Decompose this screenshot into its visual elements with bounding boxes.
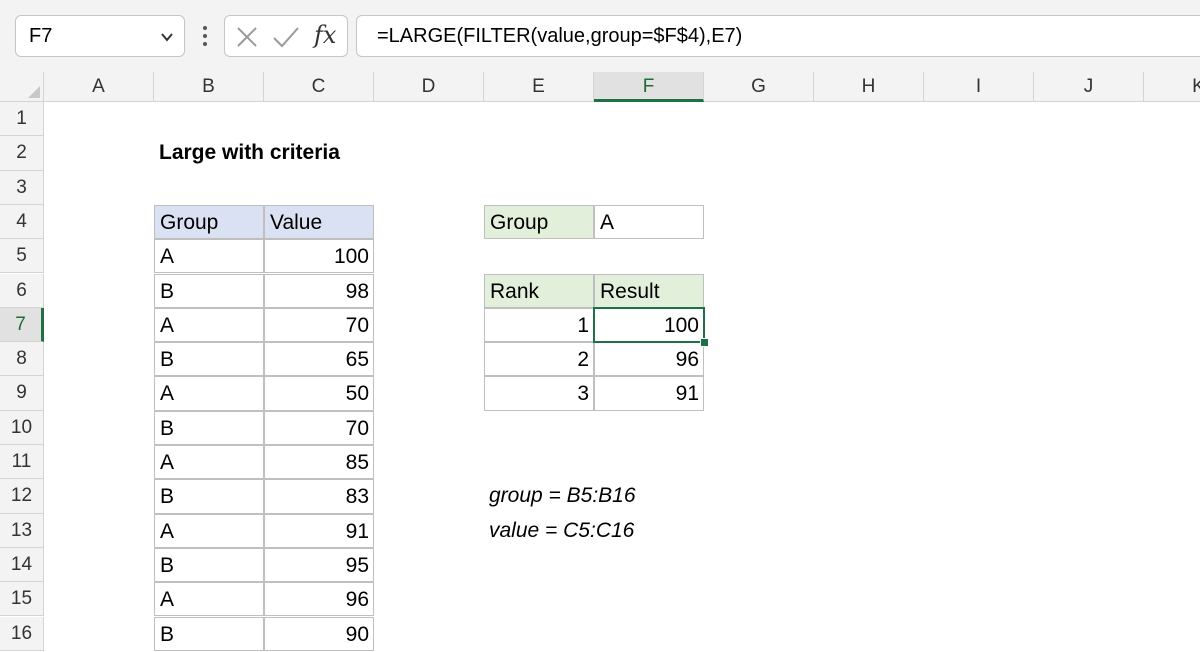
column-header-k[interactable]: K xyxy=(1144,72,1200,102)
column-header-h[interactable]: H xyxy=(814,72,924,102)
column-header-j[interactable]: J xyxy=(1034,72,1144,102)
active-cell-outline xyxy=(593,306,705,344)
row-header-10[interactable]: 10 xyxy=(0,410,44,445)
table-cell[interactable]: A xyxy=(154,445,264,480)
table-cell[interactable]: A xyxy=(154,307,264,343)
row-header-3[interactable]: 3 xyxy=(0,170,44,205)
table-cell[interactable]: A xyxy=(154,376,264,411)
named-range-note[interactable]: value = C5:C16 xyxy=(484,514,784,548)
row-header-12[interactable]: 12 xyxy=(0,479,44,514)
table-cell[interactable]: B xyxy=(154,479,264,514)
named-range-note[interactable]: group = B5:B16 xyxy=(484,479,784,513)
worksheet-grid[interactable]: ABCDEFGHIJK 12345678910111213141516 Larg… xyxy=(0,72,1200,651)
table-cell[interactable]: 83 xyxy=(264,479,374,514)
table-cell[interactable]: A xyxy=(154,239,264,274)
table-cell[interactable]: 90 xyxy=(264,616,374,651)
table-cell[interactable]: A xyxy=(154,513,264,548)
table-cell[interactable]: 96 xyxy=(264,582,374,617)
formula-input[interactable]: =LARGE(FILTER(value,group=$F$4),E7) xyxy=(356,15,1200,57)
row-header-8[interactable]: 8 xyxy=(0,342,44,377)
row-header-2[interactable]: 2 xyxy=(0,136,44,171)
table-cell[interactable]: 3 xyxy=(484,376,594,411)
row-header-7[interactable]: 7 xyxy=(0,307,44,343)
table-cell[interactable]: 2 xyxy=(484,342,594,377)
column-header-g[interactable]: G xyxy=(704,72,814,102)
fill-handle[interactable] xyxy=(700,338,709,348)
table-cell[interactable]: 95 xyxy=(264,547,374,583)
formula-bar: F7 fx =LARGE(FILTER(value,group=$F$4),E7… xyxy=(0,0,1200,73)
chevron-down-icon[interactable] xyxy=(160,30,174,44)
checkmark-icon[interactable] xyxy=(272,26,300,48)
name-box[interactable]: F7 xyxy=(15,15,185,57)
table-cell[interactable]: 96 xyxy=(594,342,704,377)
table-cell[interactable]: 50 xyxy=(264,376,374,411)
table-cell[interactable]: 70 xyxy=(264,410,374,445)
formula-text: =LARGE(FILTER(value,group=$F$4),E7) xyxy=(377,25,743,47)
table-header-cell[interactable]: Value xyxy=(264,204,374,240)
row-header-11[interactable]: 11 xyxy=(0,445,44,480)
table-cell[interactable]: B xyxy=(154,547,264,583)
table-header-cell[interactable]: Result xyxy=(594,273,704,308)
sheet-title[interactable]: Large with criteria xyxy=(154,136,454,170)
table-header-cell[interactable]: Group xyxy=(154,204,264,240)
table-cell[interactable]: 1 xyxy=(484,307,594,343)
insert-function-icon[interactable]: fx xyxy=(314,21,336,49)
select-all-button[interactable] xyxy=(0,72,44,102)
column-header-a[interactable]: A xyxy=(44,72,154,102)
row-header-6[interactable]: 6 xyxy=(0,273,44,308)
name-box-value: F7 xyxy=(29,25,53,47)
table-cell[interactable]: B xyxy=(154,273,264,308)
table-cell[interactable]: A xyxy=(154,582,264,617)
table-header-cell[interactable]: Rank xyxy=(484,273,594,308)
table-cell[interactable]: 91 xyxy=(594,376,704,411)
table-cell[interactable]: 85 xyxy=(264,445,374,480)
table-cell[interactable]: 70 xyxy=(264,307,374,343)
row-header-13[interactable]: 13 xyxy=(0,513,44,548)
table-cell[interactable]: 91 xyxy=(264,513,374,548)
column-header-c[interactable]: C xyxy=(264,72,374,102)
table-cell[interactable]: B xyxy=(154,342,264,377)
formula-buttons: fx xyxy=(224,15,348,57)
column-header-b[interactable]: B xyxy=(154,72,264,102)
row-header-15[interactable]: 15 xyxy=(0,582,44,617)
row-header-9[interactable]: 9 xyxy=(0,376,44,411)
row-header-14[interactable]: 14 xyxy=(0,547,44,583)
criteria-label[interactable]: Group xyxy=(484,204,594,240)
column-header-f[interactable]: F xyxy=(594,72,704,102)
table-cell[interactable]: 100 xyxy=(264,239,374,274)
column-header-d[interactable]: D xyxy=(374,72,484,102)
row-header-5[interactable]: 5 xyxy=(0,239,44,274)
row-header-1[interactable]: 1 xyxy=(0,102,44,137)
column-header-i[interactable]: I xyxy=(924,72,1034,102)
table-cell[interactable]: 65 xyxy=(264,342,374,377)
criteria-value[interactable]: A xyxy=(594,204,704,240)
more-options-icon[interactable] xyxy=(198,16,210,56)
table-cell[interactable]: 98 xyxy=(264,273,374,308)
cancel-icon[interactable] xyxy=(235,26,259,48)
row-header-16[interactable]: 16 xyxy=(0,616,44,651)
row-header-4[interactable]: 4 xyxy=(0,204,44,240)
table-cell[interactable]: B xyxy=(154,616,264,651)
table-cell[interactable]: B xyxy=(154,410,264,445)
column-header-e[interactable]: E xyxy=(484,72,594,102)
